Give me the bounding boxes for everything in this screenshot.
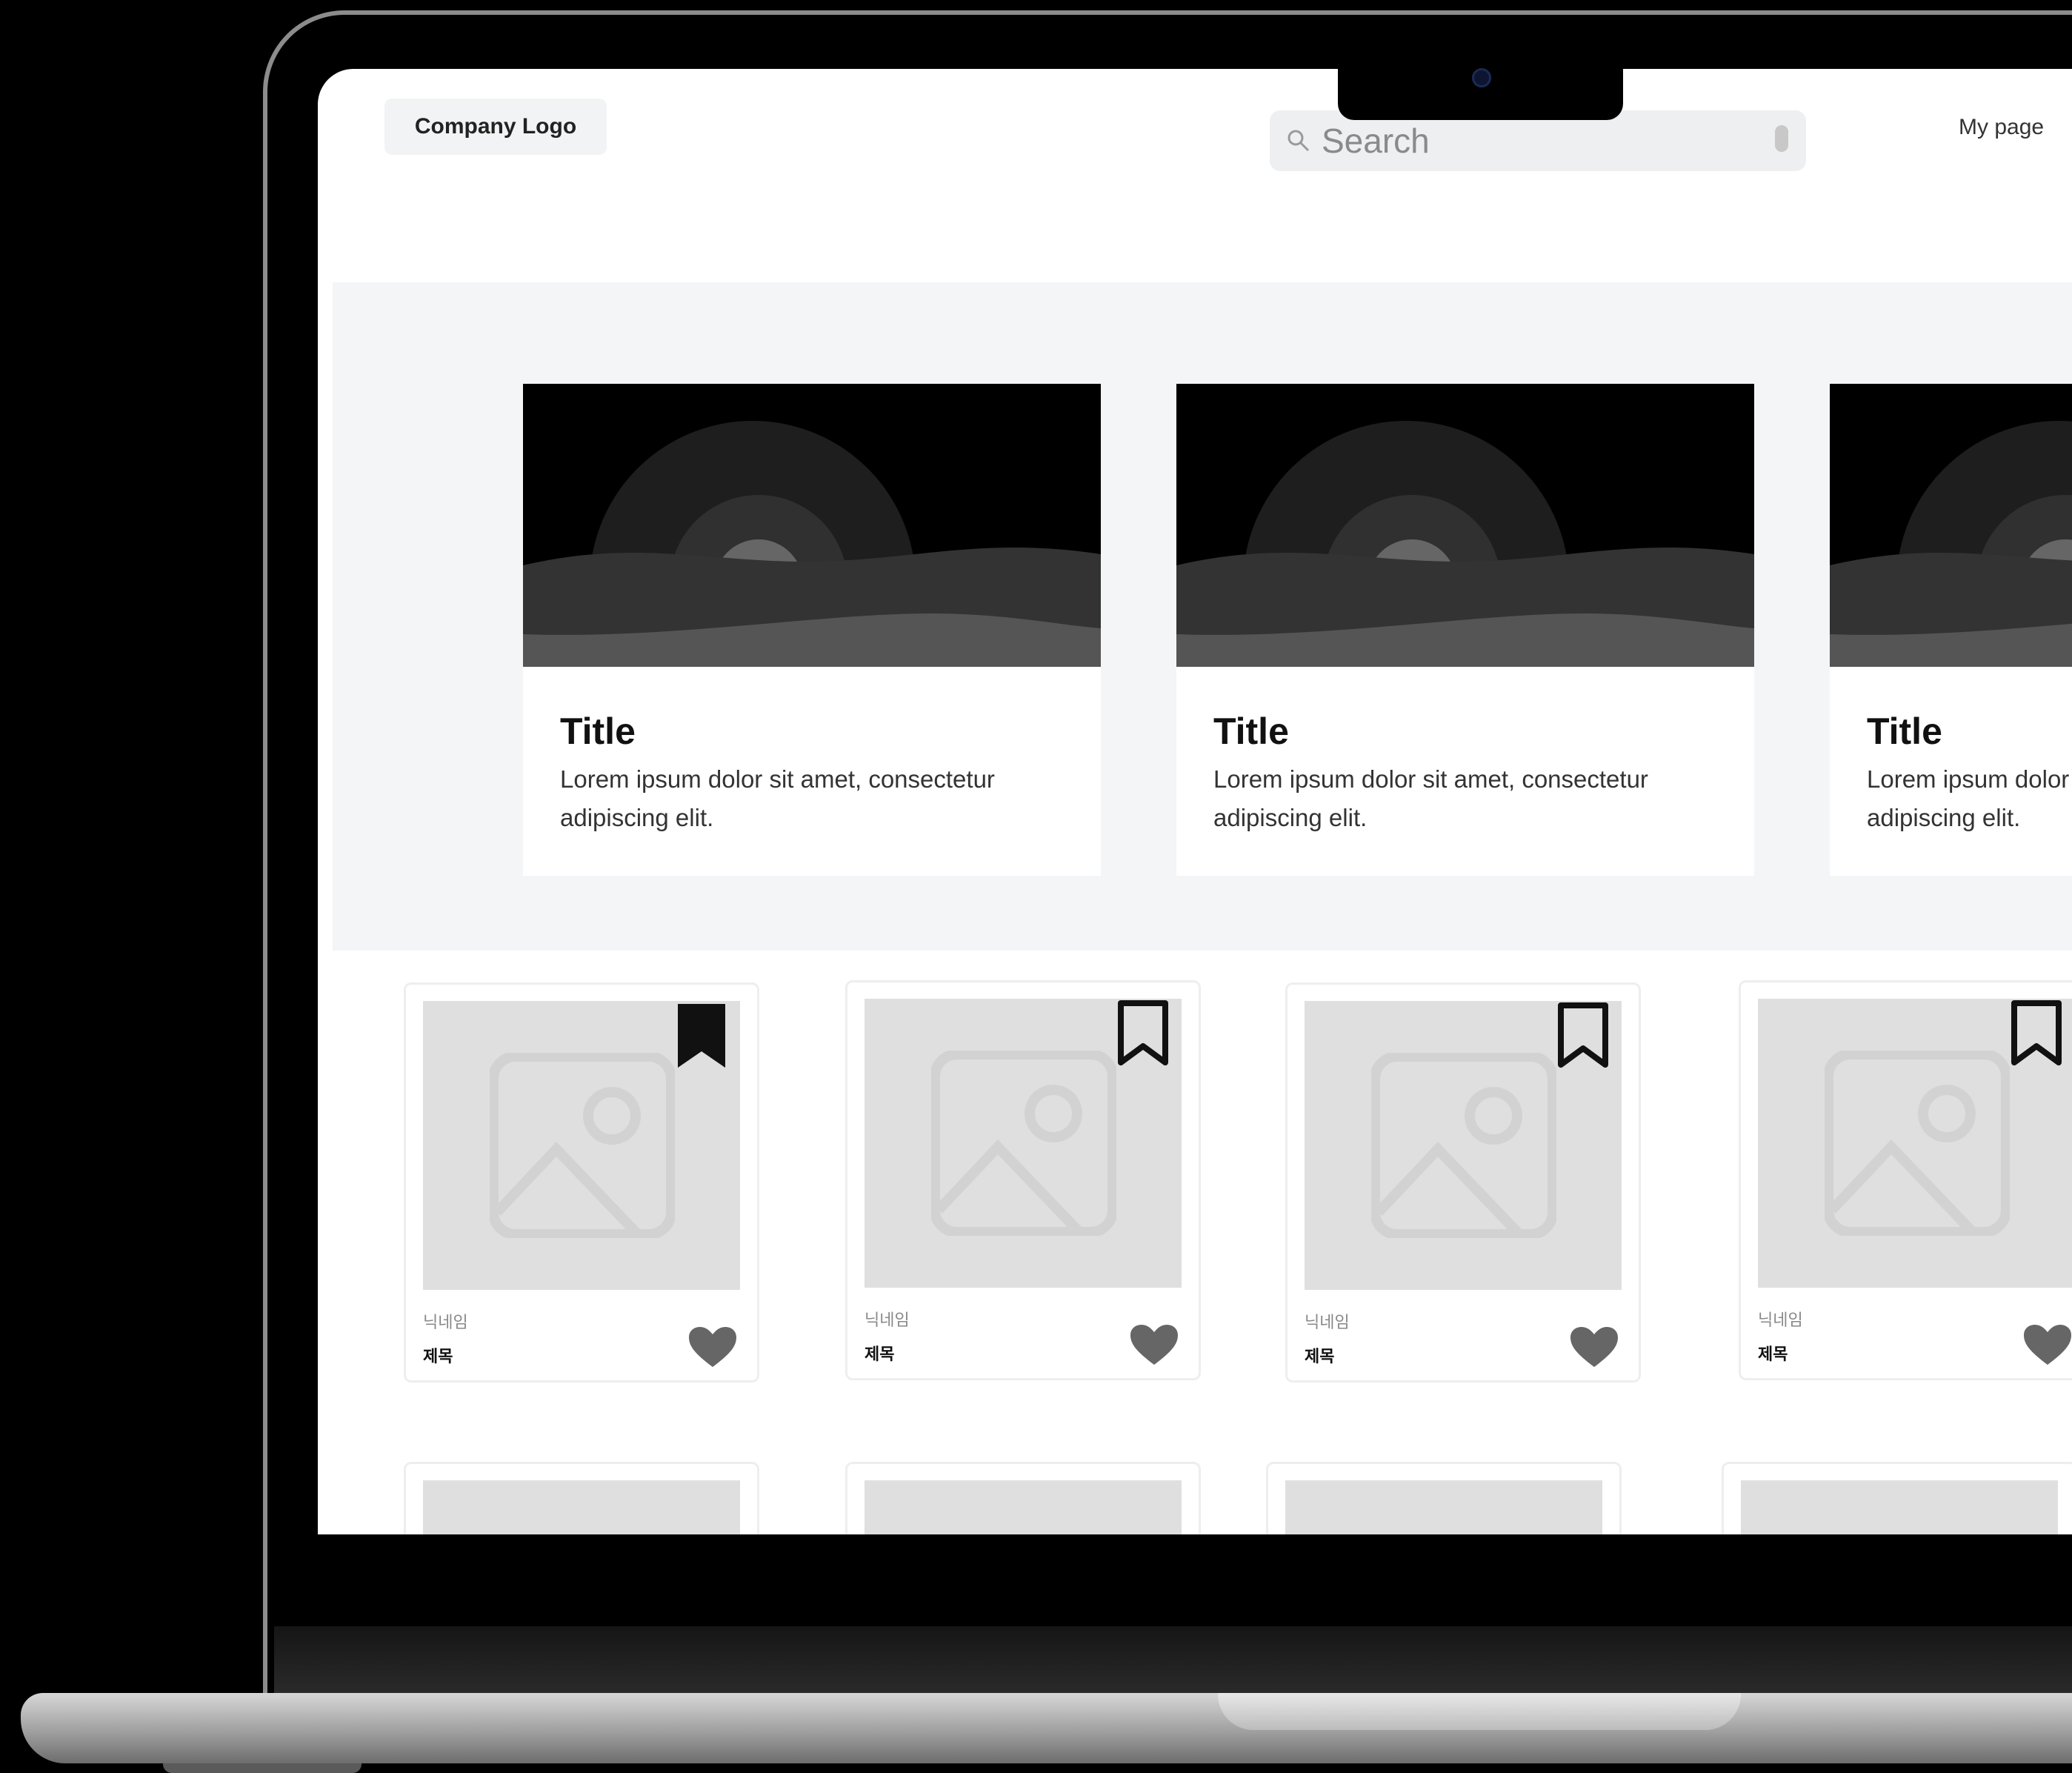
- banner-card-title: Title: [1867, 711, 1942, 752]
- product-image: [1285, 1480, 1602, 1534]
- product-image: [1741, 1480, 2058, 1534]
- camera-icon: [1472, 68, 1491, 87]
- product-title: 제목: [1305, 1347, 1335, 1365]
- banner-card-title: Title: [560, 711, 636, 752]
- laptop-base-notch: [1218, 1693, 1741, 1730]
- product-card[interactable]: 닉네임 제목: [1739, 980, 2072, 1380]
- product-image: [1305, 1001, 1622, 1290]
- product-nickname: 닉네임: [1305, 1313, 1350, 1331]
- laptop-screen: Company Logo Search My page Title Lorem …: [318, 69, 2072, 1534]
- image-placeholder-icon: [931, 1051, 1116, 1236]
- laptop-base: [21, 1693, 2072, 1763]
- product-card[interactable]: [1722, 1462, 2072, 1534]
- heart-icon[interactable]: [1129, 1323, 1179, 1366]
- product-image: [1758, 999, 2072, 1288]
- search-input[interactable]: Search: [1322, 121, 1430, 161]
- image-placeholder-icon: [1825, 1051, 2010, 1236]
- product-nickname: 닉네임: [423, 1313, 468, 1331]
- company-logo[interactable]: Company Logo: [384, 99, 607, 155]
- product-image: [865, 999, 1182, 1288]
- heart-icon[interactable]: [687, 1325, 738, 1368]
- banner-image: [1830, 384, 2072, 667]
- bookmark-outline-icon[interactable]: [1116, 999, 1170, 1070]
- product-card[interactable]: 닉네임 제목: [404, 982, 759, 1383]
- laptop-bezel: [274, 1626, 2072, 1693]
- image-placeholder-icon: [1371, 1053, 1556, 1238]
- microphone-icon[interactable]: [1775, 125, 1788, 152]
- banner-card-description: Lorem ipsum dolor sit amet, consectetur …: [560, 765, 995, 831]
- banner-card-description: Lorem ipsum dolor sit amet, consectetur …: [1213, 765, 1648, 831]
- product-card[interactable]: 닉네임 제목: [1285, 982, 1641, 1383]
- product-title: 제목: [865, 1345, 895, 1363]
- banner-card[interactable]: Title Lorem ipsum dolor sit amet, consec…: [1830, 384, 2072, 876]
- product-card[interactable]: [404, 1462, 759, 1534]
- product-card[interactable]: [1266, 1462, 1622, 1534]
- banner-image: [1176, 384, 1754, 667]
- image-placeholder-icon: [490, 1053, 675, 1238]
- product-image: [423, 1480, 740, 1534]
- banner-card-title: Title: [1213, 711, 1289, 752]
- bookmark-outline-icon[interactable]: [1556, 1001, 1610, 1072]
- product-title: 제목: [423, 1347, 453, 1365]
- product-card[interactable]: 닉네임 제목: [845, 980, 1201, 1380]
- product-title: 제목: [1758, 1345, 1788, 1363]
- banner-image: [523, 384, 1101, 667]
- bookmark-filled-icon[interactable]: [675, 1001, 728, 1072]
- banner-card[interactable]: Title Lorem ipsum dolor sit amet, consec…: [1176, 384, 1754, 876]
- bookmark-outline-icon[interactable]: [2010, 999, 2063, 1070]
- search-icon: [1287, 130, 1310, 152]
- heart-icon[interactable]: [2022, 1323, 2072, 1366]
- product-image: [865, 1480, 1182, 1534]
- product-nickname: 닉네임: [1758, 1311, 1803, 1329]
- banner-card[interactable]: Title Lorem ipsum dolor sit amet, consec…: [523, 384, 1101, 876]
- product-card[interactable]: [845, 1462, 1201, 1534]
- laptop-foot: [163, 1763, 362, 1773]
- heart-icon[interactable]: [1569, 1325, 1619, 1368]
- banner-card-description: Lorem ipsum dolor sit amet, consectetur …: [1867, 765, 2072, 831]
- my-page-link[interactable]: My page: [1959, 115, 2044, 140]
- product-image: [423, 1001, 740, 1290]
- product-nickname: 닉네임: [865, 1311, 910, 1329]
